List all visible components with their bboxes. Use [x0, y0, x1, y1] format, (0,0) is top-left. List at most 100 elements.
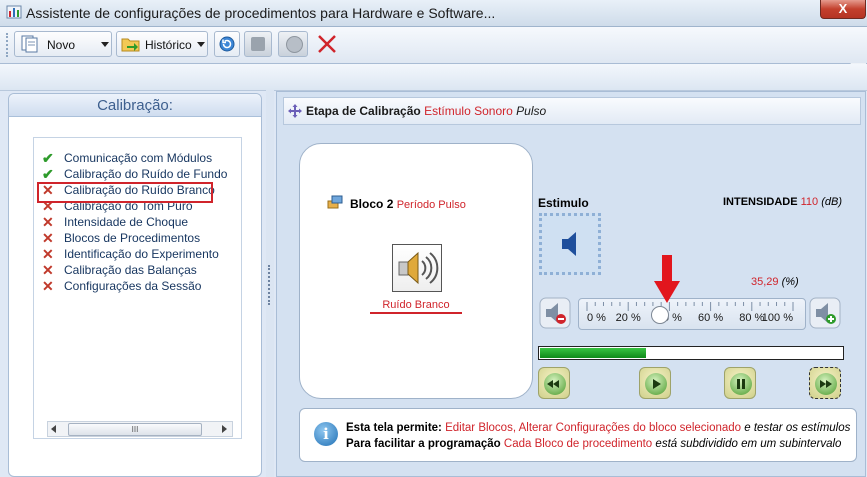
- slider-tick-label: 20 %: [616, 312, 641, 324]
- block-word: Bloco: [350, 197, 384, 211]
- step-panel: Etapa de Calibração Estímulo Sonoro Puls…: [276, 91, 866, 477]
- intensity-unit: (dB): [821, 196, 843, 208]
- speaker-icon: [562, 232, 576, 256]
- info-line-2: Para facilitar a programação Cada Bloco …: [346, 438, 841, 450]
- intensity-readout: INTENSIDADE 110 (dB): [723, 196, 842, 208]
- percent-readout: 35,29 (%): [751, 276, 799, 288]
- block-label: Bloco 2 Período Pulso: [350, 197, 466, 211]
- block-number: 2: [386, 197, 394, 211]
- new-button-label: Novo: [47, 38, 76, 52]
- toolbar: Novo Histórico: [0, 27, 867, 89]
- play-button[interactable]: [639, 367, 671, 399]
- chevron-down-icon: [197, 42, 205, 47]
- calibration-title: Calibração:: [97, 97, 173, 114]
- white-noise-label: Ruído Branco: [382, 299, 450, 311]
- splitter-grip: [268, 265, 273, 305]
- volume-down-icon: [539, 297, 571, 329]
- calibration-panel: Calibração: ✔ Comunicação com Módulos ✔ …: [8, 93, 262, 477]
- title-bar: Assistente de configurações de procedime…: [0, 0, 867, 27]
- history-button[interactable]: Histórico: [116, 31, 208, 57]
- stimulus-tile[interactable]: [539, 213, 601, 275]
- calibration-header: Calibração:: [9, 94, 261, 117]
- app-icon: [6, 5, 22, 19]
- chevron-right-icon[interactable]: [222, 425, 227, 433]
- cross-icon: ✕: [42, 214, 54, 230]
- tree-item-label: Configurações da Sessão: [64, 279, 202, 293]
- step-mode: Pulso: [516, 104, 547, 118]
- step-stimulus: Estímulo: [424, 104, 471, 118]
- block-period: Período Pulso: [396, 199, 466, 211]
- info-line-1-bold: Esta tela permite:: [346, 422, 442, 434]
- refresh-icon: [219, 36, 235, 52]
- blocks-icon: [327, 195, 343, 209]
- pause-button[interactable]: [724, 367, 756, 399]
- cross-icon: ✕: [42, 278, 54, 294]
- info-box: i Esta tela permite: Editar Blocos, Alte…: [299, 408, 857, 462]
- slider-thumb[interactable]: [651, 306, 669, 324]
- info-icon: i: [314, 422, 338, 446]
- step-label: Etapa de Calibração: [306, 104, 421, 118]
- cross-icon: ✕: [42, 262, 54, 278]
- folder-arrow-icon: [121, 38, 140, 52]
- tree-item-label: Blocos de Procedimentos: [64, 231, 201, 245]
- tree-item-label: Identificação do Experimento: [64, 247, 219, 261]
- step-type: Sonoro: [474, 104, 513, 118]
- stop-icon: [251, 37, 265, 51]
- new-button[interactable]: Novo: [14, 31, 112, 57]
- progress-fill: [540, 348, 646, 358]
- white-noise-underline: [370, 312, 462, 314]
- progress-bar: [538, 346, 844, 360]
- slider-tick-label: 60 %: [698, 312, 723, 324]
- volume-up-icon: [809, 297, 841, 329]
- fast-forward-icon: [815, 373, 837, 395]
- volume-down-button[interactable]: [539, 297, 571, 329]
- move-arrows-icon: [288, 104, 302, 118]
- step-header: Etapa de Calibração Estímulo Sonoro Puls…: [283, 97, 861, 125]
- cross-icon: ✕: [42, 246, 54, 262]
- window-title: Assistente de configurações de procedime…: [26, 5, 496, 21]
- red-arrow-indicator: [654, 255, 680, 303]
- white-noise-button[interactable]: [392, 244, 442, 292]
- speaker-icon: [398, 251, 439, 285]
- tree-item-label: Calibração do Ruído de Fundo: [64, 167, 228, 181]
- close-button[interactable]: X: [820, 0, 866, 19]
- stop-button[interactable]: [244, 31, 272, 57]
- toolbar-grip: [6, 33, 11, 57]
- info-line-2-bold: Para facilitar a programação: [346, 438, 501, 450]
- new-document-icon: [21, 35, 38, 53]
- rewind-button[interactable]: [538, 367, 570, 399]
- refresh-button[interactable]: [214, 31, 240, 57]
- gear-icon: [286, 36, 303, 53]
- slider-scale: 0 % 20 % 40 % 60 % 80 %100 %: [586, 302, 794, 324]
- intensity-value: 110: [800, 196, 819, 208]
- check-icon: ✔: [42, 150, 54, 166]
- slider-tick-label: 80 %: [739, 312, 764, 324]
- info-line-2-red: Cada Bloco de procedimento: [503, 438, 653, 450]
- intensity-label: INTENSIDADE: [723, 196, 798, 208]
- history-button-label: Histórico: [145, 38, 192, 52]
- horizontal-scrollbar[interactable]: III: [47, 421, 233, 437]
- volume-up-button[interactable]: [809, 297, 841, 329]
- rewind-icon: [544, 373, 566, 395]
- percent-unit: (%): [781, 276, 799, 288]
- scroll-thumb[interactable]: III: [68, 423, 202, 436]
- info-line-1: Esta tela permite: Editar Blocos, Altera…: [346, 422, 850, 434]
- tree-item-label: Comunicação com Módulos: [64, 151, 213, 165]
- info-line-1-italic: e testar os estímulos: [744, 422, 851, 434]
- cancel-button[interactable]: [314, 31, 340, 57]
- block-card: Bloco 2 Período Pulso Ruído Branco: [299, 143, 533, 399]
- stimulus-title: Estimulo: [538, 196, 589, 210]
- ribbon-strip: [0, 64, 867, 91]
- selected-item-highlight: [37, 182, 213, 203]
- intensity-slider[interactable]: 0 % 20 % 40 % 60 % 80 % 100 %: [578, 298, 806, 330]
- panel-splitter[interactable]: [266, 90, 274, 477]
- tree-item-label: Intensidade de Choque: [64, 215, 189, 229]
- disabled-button[interactable]: [278, 31, 308, 57]
- fast-forward-button[interactable]: [809, 367, 841, 399]
- chevron-left-icon[interactable]: [51, 425, 56, 433]
- check-icon: ✔: [42, 166, 54, 182]
- close-icon: [318, 35, 336, 53]
- pause-icon: [730, 373, 752, 395]
- play-icon: [645, 373, 667, 395]
- cross-icon: ✕: [42, 230, 54, 246]
